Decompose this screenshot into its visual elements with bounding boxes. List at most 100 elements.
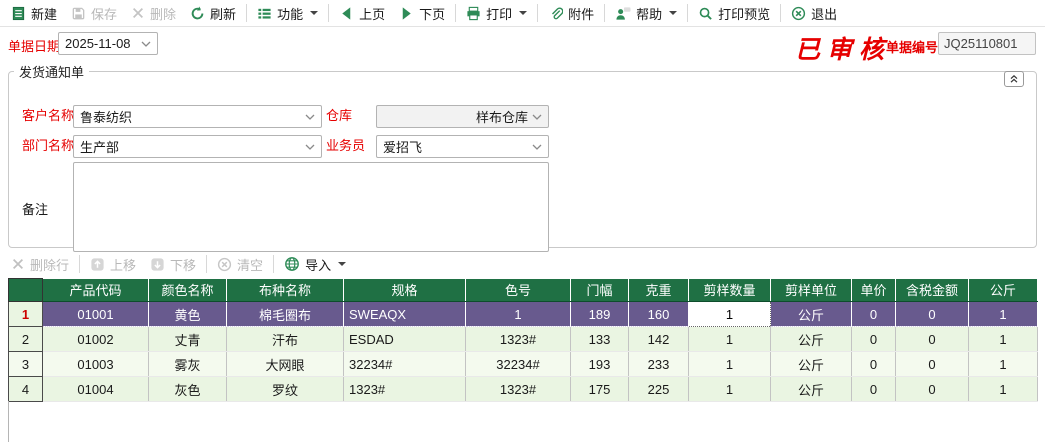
functions-button-label: 功能: [277, 6, 304, 22]
move-down-button[interactable]: 下移: [143, 253, 203, 276]
chevron-down-icon[interactable]: [519, 11, 528, 15]
table-cell[interactable]: 1323#: [343, 376, 466, 402]
table-cell[interactable]: 133: [570, 326, 629, 352]
table-cell[interactable]: 1: [968, 351, 1038, 377]
chevron-down-icon: [532, 144, 542, 150]
help-button[interactable]: 帮助: [608, 2, 684, 25]
table-cell[interactable]: 01001: [42, 301, 149, 327]
column-header[interactable]: 单价: [851, 278, 896, 302]
table-cell[interactable]: 233: [628, 351, 689, 377]
move-up-button[interactable]: 上移: [83, 253, 143, 276]
table-cell[interactable]: 142: [628, 326, 689, 352]
table-cell[interactable]: 0: [895, 326, 969, 352]
table-cell[interactable]: 公斤: [770, 351, 852, 377]
table-cell[interactable]: 1: [688, 351, 771, 377]
table-cell[interactable]: 0: [851, 351, 896, 377]
table-cell[interactable]: 1: [465, 301, 571, 327]
exit-button[interactable]: 退出: [784, 2, 844, 25]
table-cell[interactable]: 0: [895, 376, 969, 402]
table-cell[interactable]: 0: [851, 301, 896, 327]
move-down-label: 下移: [170, 257, 197, 273]
warehouse-select[interactable]: 样布仓库: [376, 105, 549, 128]
column-header[interactable]: 色号: [465, 278, 571, 302]
attachment-button[interactable]: 附件: [541, 2, 601, 25]
table-cell[interactable]: 0: [851, 376, 896, 402]
table-cell[interactable]: 罗纹: [226, 376, 344, 402]
table-cell[interactable]: 0: [895, 301, 969, 327]
table-cell[interactable]: 公斤: [770, 326, 852, 352]
table-cell[interactable]: 0: [895, 351, 969, 377]
table-cell[interactable]: 175: [570, 376, 629, 402]
row-number-cell[interactable]: 2: [8, 326, 43, 352]
table-cell[interactable]: 189: [570, 301, 629, 327]
table-cell[interactable]: SWEAQX: [343, 301, 466, 327]
next-page-button[interactable]: 下页: [392, 2, 452, 25]
clear-button[interactable]: 清空: [210, 253, 270, 276]
import-button[interactable]: 导入: [277, 253, 353, 276]
department-select[interactable]: 生产部: [73, 135, 322, 158]
doc-no-label: 单据编号: [886, 40, 939, 55]
column-header[interactable]: 产品代码: [42, 278, 149, 302]
table-cell[interactable]: 1: [968, 301, 1038, 327]
table-cell[interactable]: 160: [628, 301, 689, 327]
column-header[interactable]: 含税金额: [895, 278, 969, 302]
table-row[interactable]: 2 01002 丈青 汗布 ESDAD 1323# 133 142 1 公斤 0 0 1: [8, 326, 1038, 352]
print-preview-button[interactable]: 打印预览: [691, 2, 777, 25]
column-header[interactable]: 公斤: [968, 278, 1038, 302]
table-cell[interactable]: 雾灰: [148, 351, 227, 377]
column-header[interactable]: 克重: [628, 278, 689, 302]
table-cell[interactable]: 1: [688, 376, 771, 402]
table-cell[interactable]: 225: [628, 376, 689, 402]
table-cell[interactable]: 1: [968, 326, 1038, 352]
column-header[interactable]: 颜色名称: [148, 278, 227, 302]
delete-button[interactable]: 删除: [124, 2, 183, 25]
table-cell[interactable]: 棉毛圈布: [226, 301, 344, 327]
table-cell[interactable]: 1: [688, 326, 771, 352]
help-icon: [615, 6, 631, 21]
table-cell[interactable]: 01004: [42, 376, 149, 402]
row-number-cell[interactable]: 4: [8, 376, 43, 402]
table-cell[interactable]: 汗布: [226, 326, 344, 352]
table-cell[interactable]: 0: [851, 326, 896, 352]
table-cell[interactable]: 黄色: [148, 301, 227, 327]
table-cell[interactable]: 1323#: [465, 376, 571, 402]
table-cell[interactable]: 公斤: [770, 301, 852, 327]
column-header[interactable]: 门幅: [570, 278, 629, 302]
table-row[interactable]: 3 01003 雾灰 大网眼 32234# 32234# 193 233 1 公斤 0 0 1: [8, 351, 1038, 377]
doc-no-field[interactable]: [938, 32, 1036, 55]
save-button[interactable]: 保存: [64, 2, 124, 25]
table-row[interactable]: 1 01001 黄色 棉毛圈布 SWEAQX 1 189 160 1 公斤 0 0 1: [8, 301, 1038, 327]
print-button[interactable]: 打印: [459, 2, 534, 25]
table-cell[interactable]: 01002: [42, 326, 149, 352]
column-header[interactable]: 剪样单位: [770, 278, 852, 302]
column-header[interactable]: 规格: [343, 278, 466, 302]
table-cell[interactable]: 32234#: [465, 351, 571, 377]
table-cell[interactable]: 1: [968, 376, 1038, 402]
remark-textarea[interactable]: [73, 162, 549, 252]
column-header[interactable]: 布种名称: [226, 278, 344, 302]
column-header[interactable]: 剪样数量: [688, 278, 771, 302]
table-cell[interactable]: 193: [570, 351, 629, 377]
delete-row-button[interactable]: 删除行: [4, 253, 76, 276]
salesman-select[interactable]: 爱招飞: [376, 135, 549, 158]
doc-date-select[interactable]: 2025-11-08: [58, 32, 158, 55]
table-cell[interactable]: 32234#: [343, 351, 466, 377]
customer-select[interactable]: 鲁泰纺织: [73, 105, 322, 128]
table-cell[interactable]: 公斤: [770, 376, 852, 402]
table-cell[interactable]: 01003: [42, 351, 149, 377]
prev-page-button[interactable]: 上页: [332, 2, 392, 25]
refresh-button[interactable]: 刷新: [183, 2, 243, 25]
table-cell[interactable]: 灰色: [148, 376, 227, 402]
collapse-button[interactable]: [1004, 71, 1024, 87]
table-cell[interactable]: 1323#: [465, 326, 571, 352]
table-cell[interactable]: 大网眼: [226, 351, 344, 377]
new-button[interactable]: 新建: [4, 2, 64, 25]
corner-header[interactable]: [8, 278, 43, 302]
table-row[interactable]: 4 01004 灰色 罗纹 1323# 1323# 175 225 1 公斤 0 0 1: [8, 376, 1038, 402]
table-cell[interactable]: 丈青: [148, 326, 227, 352]
table-cell[interactable]: ESDAD: [343, 326, 466, 352]
cell-editor[interactable]: 1: [688, 301, 771, 327]
row-number-cell[interactable]: 3: [8, 351, 43, 377]
functions-button[interactable]: 功能: [250, 2, 325, 25]
row-number-cell[interactable]: 1: [8, 301, 43, 327]
